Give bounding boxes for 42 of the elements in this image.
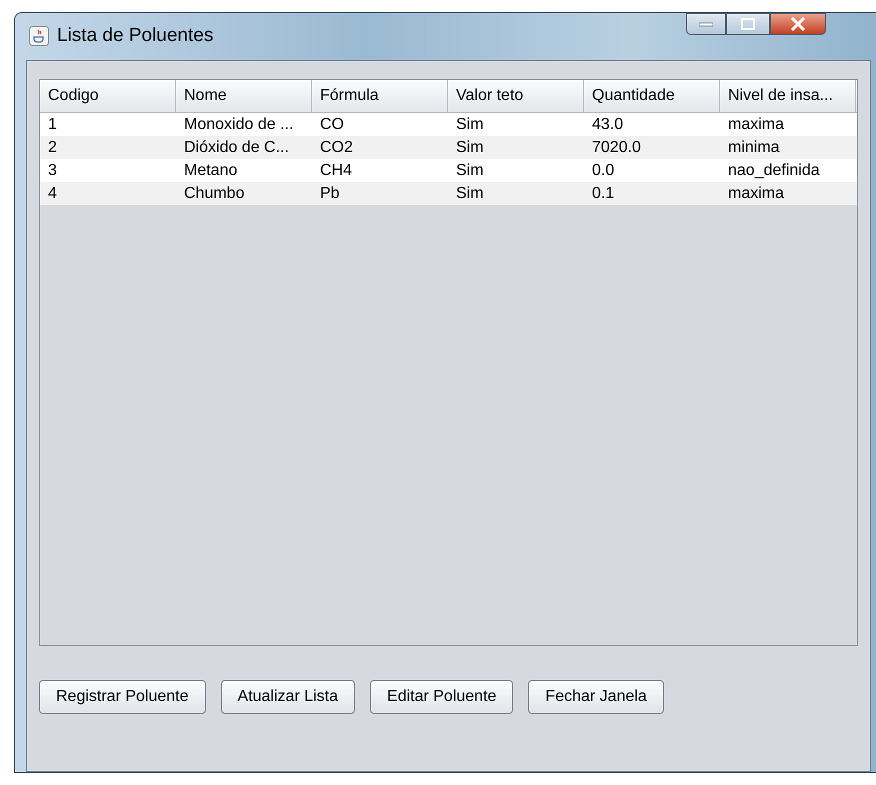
table-cell-text: maxima	[727, 114, 786, 135]
table-cell-text: 7020.0	[591, 138, 642, 158]
table-cell-text: CO2	[319, 138, 354, 158]
close-icon	[790, 17, 806, 31]
column-header[interactable]: Valor teto	[448, 80, 584, 112]
action-button[interactable]: Fechar Janela	[528, 680, 664, 714]
table-cell-text: 4	[47, 184, 58, 204]
minimize-button[interactable]	[686, 13, 726, 35]
column-header[interactable]: Fórmula	[312, 80, 448, 112]
table-cell-text: 1	[47, 114, 58, 135]
column-header[interactable]: Quantidade	[584, 80, 720, 112]
table-cell-text: 3	[47, 160, 58, 181]
table-cell-text: CO	[319, 114, 345, 135]
table-cell-text: Metano	[183, 160, 238, 181]
maximize-button[interactable]	[726, 13, 770, 35]
action-button[interactable]: Atualizar Lista	[220, 680, 356, 714]
table-cell-text: CH4	[319, 160, 354, 181]
table-cell-text: Dióxido de C...	[183, 138, 290, 158]
table-cell-text: nao_definida	[727, 160, 821, 181]
table-cell-text: Chumbo	[183, 184, 246, 204]
table-cell-text: maxima	[727, 184, 786, 204]
window-title: Lista de Poluentes	[57, 25, 214, 48]
maximize-icon	[741, 18, 755, 30]
close-button[interactable]	[770, 13, 826, 35]
table-cell-text: Pb	[319, 184, 341, 204]
column-header[interactable]: Codigo	[40, 80, 176, 112]
table-cell-text: 0.0	[591, 160, 616, 181]
table-cell-text: 2	[47, 138, 58, 158]
table-cell-text: 0.1	[591, 184, 616, 204]
coffee-cup-icon	[29, 26, 49, 46]
table-cell-text: Sim	[455, 184, 485, 204]
table-cell-text: 43.0	[591, 114, 624, 135]
table-cell-text: Monoxido de ...	[183, 114, 294, 135]
table-cell-text: Sim	[455, 160, 485, 181]
action-button[interactable]: Registrar Poluente	[39, 680, 206, 714]
minimize-icon	[699, 21, 713, 27]
action-button[interactable]: Editar Poluente	[370, 680, 514, 714]
table-cell-text: Sim	[455, 114, 485, 135]
table-cell-text: Sim	[455, 138, 485, 158]
table-cell-text: minima	[727, 138, 781, 158]
column-header[interactable]: Nome	[176, 80, 312, 112]
column-header[interactable]: Nivel de insa...	[720, 80, 856, 112]
